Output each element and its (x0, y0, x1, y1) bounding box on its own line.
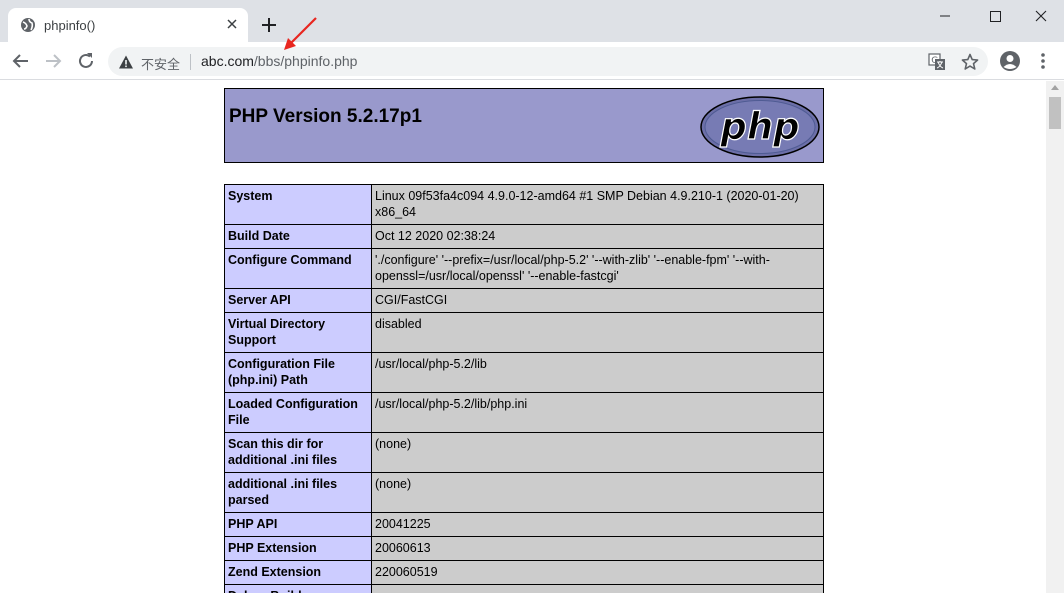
url-text[interactable]: abc.com/bbs/phpinfo.php (201, 53, 357, 69)
page-viewport: PHP Version 5.2.17p1 php System Linux 09f… (0, 81, 1046, 593)
row-label: Server API (224, 288, 372, 313)
row-label: PHP Extension (224, 536, 372, 561)
table-row: Loaded Configuration File/usr/local/php-… (224, 392, 824, 433)
row-value: Oct 12 2020 02:38:24 (371, 224, 824, 249)
table-row: PHP Extension 20060613 (224, 536, 824, 561)
globe-icon (21, 18, 35, 32)
table-row: Debug Buildno (224, 584, 824, 593)
security-status[interactable]: 不安全 (141, 54, 180, 73)
window-close-icon[interactable] (1018, 4, 1064, 28)
row-value: (none) (371, 472, 824, 513)
row-label: Zend Extension (224, 560, 372, 585)
table-row: additional .ini files parsed (none) (224, 472, 824, 513)
row-label: Configuration File (php.ini) Path (224, 352, 372, 393)
row-value: Linux 09f53fa4c094 4.9.0-12-amd64 #1 SMP… (371, 184, 824, 225)
plus-icon[interactable] (260, 16, 278, 34)
row-label: Loaded Configuration File (224, 392, 372, 433)
row-label: additional .ini files parsed (224, 472, 372, 513)
row-value: no (371, 584, 824, 593)
vertical-scrollbar[interactable] (1046, 81, 1064, 593)
row-value: './configure' '--prefix=/usr/local/php-5… (371, 248, 824, 289)
page-title: PHP Version 5.2.17p1 (229, 106, 422, 127)
translate-icon[interactable]: G (928, 53, 946, 71)
row-value: /usr/local/php-5.2/lib (371, 352, 824, 393)
table-row: Server API CGI/FastCGI (224, 288, 824, 313)
scroll-thumb[interactable] (1049, 97, 1061, 129)
maximize-icon[interactable] (972, 4, 1018, 28)
row-label: Scan this dir for additional .ini files (224, 432, 372, 473)
profile-icon[interactable] (999, 50, 1021, 72)
table-row: Configure Command './configure' '--prefix… (224, 248, 824, 289)
php-logo-text: php (719, 105, 799, 148)
row-value: disabled (371, 312, 824, 353)
back-arrow-icon[interactable] (10, 50, 32, 72)
address-divider (190, 54, 191, 70)
tab-title: phpinfo() (44, 18, 96, 33)
more-vert-icon[interactable] (1035, 51, 1051, 71)
row-label: Configure Command (224, 248, 372, 289)
minimize-icon[interactable] (922, 4, 968, 28)
php-logo: php (700, 96, 820, 158)
tab-strip: phpinfo() (0, 0, 1064, 42)
row-label: Debug Build (224, 584, 372, 593)
php-info-table: System Linux 09f53fa4c094 4.9.0-12-amd64 … (224, 184, 824, 593)
row-value: 220060519 (371, 560, 824, 585)
browser-tab[interactable]: phpinfo() (8, 8, 248, 42)
row-value: 20060613 (371, 536, 824, 561)
annotation-arrow (284, 17, 317, 50)
row-label: Build Date (224, 224, 372, 249)
table-row: Scan this dir for additional .ini files(… (224, 432, 824, 473)
row-label: Virtual Directory Support (224, 312, 372, 353)
row-label: System (224, 184, 372, 225)
table-row: Virtual Directory Support disabled (224, 312, 824, 353)
browser-toolbar: 不安全 abc.com/bbs/phpinfo.php G (0, 42, 1064, 80)
table-row: Build Date Oct 12 2020 02:38:24 (224, 224, 824, 249)
row-value: (none) (371, 432, 824, 473)
forward-arrow-icon[interactable] (42, 50, 64, 72)
url-host: abc.com (201, 53, 254, 69)
table-row: PHP API 20041225 (224, 512, 824, 537)
row-value: 20041225 (371, 512, 824, 537)
info-table-body: System Linux 09f53fa4c094 4.9.0-12-amd64 … (224, 184, 824, 593)
row-label: PHP API (224, 512, 372, 537)
address-bar[interactable]: 不安全 abc.com/bbs/phpinfo.php G (108, 47, 988, 76)
reload-icon[interactable] (75, 50, 97, 72)
table-row: Zend Extension 220060519 (224, 560, 824, 585)
table-row: System Linux 09f53fa4c094 4.9.0-12-amd64 … (224, 184, 824, 225)
close-icon[interactable] (224, 16, 240, 32)
scroll-up-icon[interactable] (1051, 85, 1059, 90)
table-row: Configuration File (php.ini) Path/usr/lo… (224, 352, 824, 393)
warning-icon[interactable] (118, 54, 134, 70)
star-icon[interactable] (960, 52, 980, 72)
row-value: /usr/local/php-5.2/lib/php.ini (371, 392, 824, 433)
row-value: CGI/FastCGI (371, 288, 824, 313)
url-path: /bbs/phpinfo.php (253, 53, 358, 69)
php-version-header: PHP Version 5.2.17p1 php (224, 88, 824, 163)
